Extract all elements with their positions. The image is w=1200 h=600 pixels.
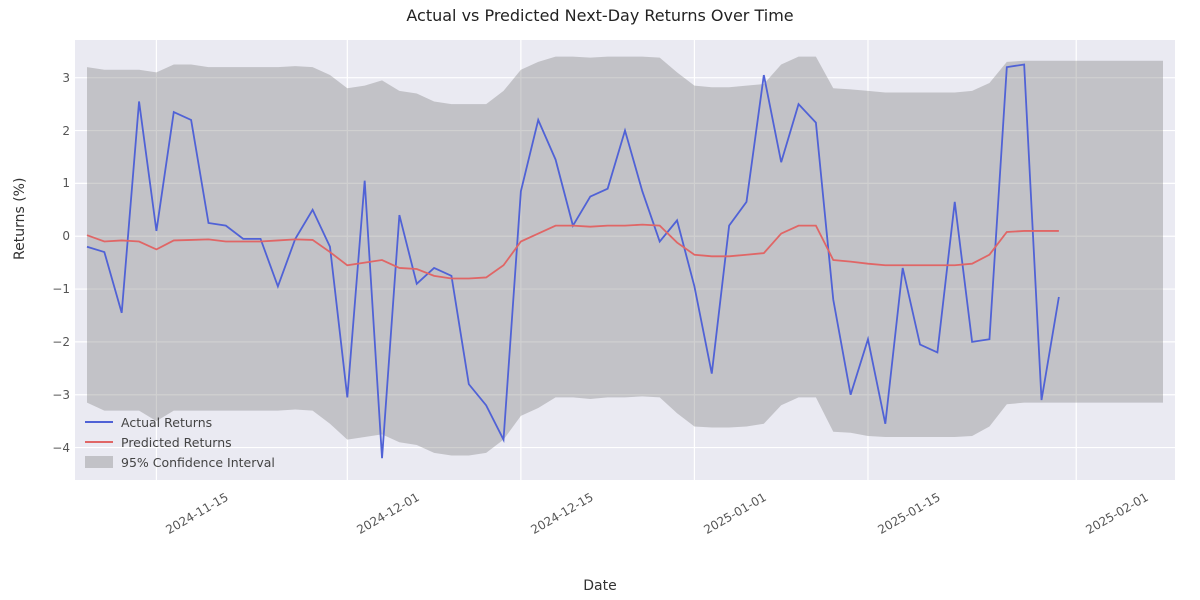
legend-swatch-line-icon xyxy=(85,421,113,423)
y-tick-label: 2 xyxy=(10,124,70,138)
y-tick-label: −2 xyxy=(10,335,70,349)
y-tick-label: −1 xyxy=(10,282,70,296)
legend-item-ci: 95% Confidence Interval xyxy=(85,452,275,472)
x-axis-label: Date xyxy=(0,578,1200,594)
y-tick-label: 3 xyxy=(10,71,70,85)
y-tick-label: 1 xyxy=(10,176,70,190)
x-tick-label: 2024-11-15 xyxy=(164,490,231,537)
legend-label: 95% Confidence Interval xyxy=(121,455,275,470)
chart-title: Actual vs Predicted Next-Day Returns Ove… xyxy=(0,6,1200,25)
legend: Actual Returns Predicted Returns 95% Con… xyxy=(85,412,275,472)
figure: Actual vs Predicted Next-Day Returns Ove… xyxy=(0,0,1200,600)
legend-label: Predicted Returns xyxy=(121,435,232,450)
y-tick-label: −4 xyxy=(10,441,70,455)
x-tick-label: 2025-02-01 xyxy=(1084,490,1151,537)
legend-swatch-patch-icon xyxy=(85,456,113,468)
legend-swatch-line-icon xyxy=(85,441,113,443)
legend-label: Actual Returns xyxy=(121,415,212,430)
legend-item-predicted: Predicted Returns xyxy=(85,432,275,452)
x-tick-label: 2025-01-15 xyxy=(875,490,942,537)
x-tick-label: 2024-12-01 xyxy=(355,490,422,537)
y-tick-label: 0 xyxy=(10,229,70,243)
x-tick-label: 2025-01-01 xyxy=(702,490,769,537)
x-tick-label: 2024-12-15 xyxy=(528,490,595,537)
y-tick-label: −3 xyxy=(10,388,70,402)
legend-item-actual: Actual Returns xyxy=(85,412,275,432)
confidence-band xyxy=(87,57,1163,456)
